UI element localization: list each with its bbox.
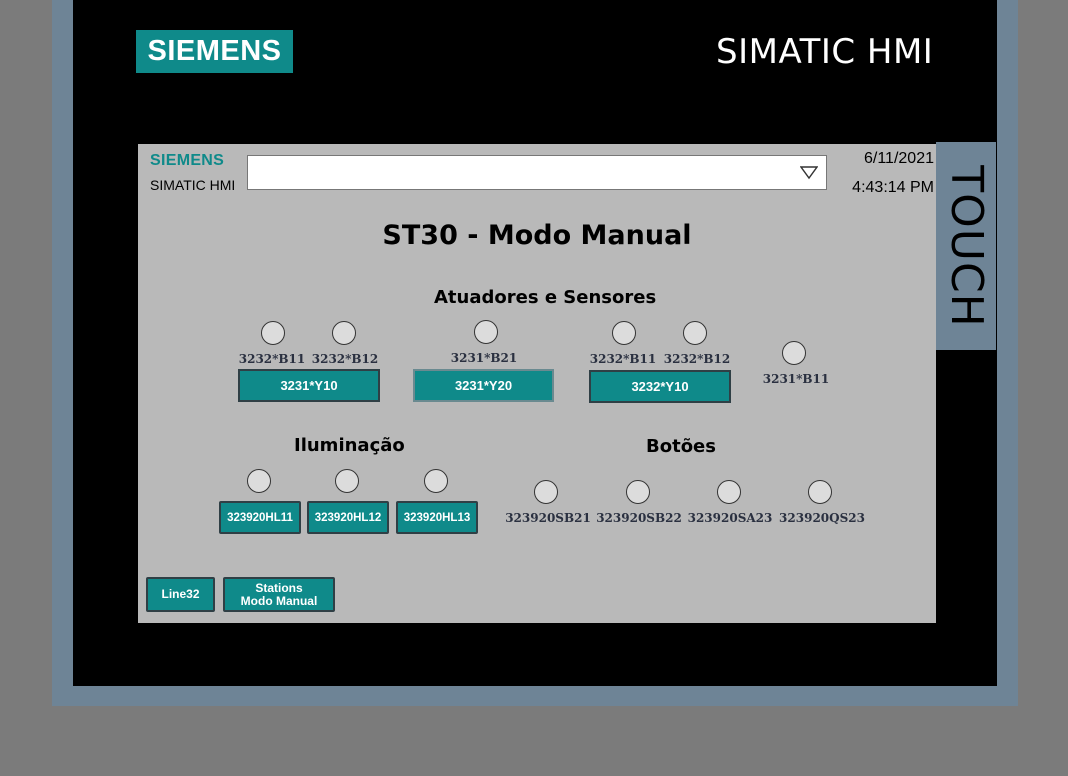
indicator-sb21 [534, 480, 558, 504]
indicator-sa23 [717, 480, 741, 504]
chevron-down-icon [800, 166, 818, 180]
actuator-button-3232-y10[interactable]: 3232*Y10 [589, 370, 731, 403]
light-button-hl11[interactable]: 323920HL11 [219, 501, 301, 534]
indicator-label: 323920SB22 [596, 511, 682, 525]
indicator-label: 3232*B12 [663, 352, 731, 366]
indicator-3232-b12 [332, 321, 356, 345]
nav-button-stations-modo-manual[interactable]: Stations Modo Manual [223, 577, 335, 612]
light-button-hl12[interactable]: 323920HL12 [307, 501, 389, 534]
hmi-screen: SIEMENS SIMATIC HMI 6/11/2021 4:43:14 PM… [138, 144, 936, 623]
indicator-qs23 [808, 480, 832, 504]
indicator-hl11 [247, 469, 271, 493]
light-button-hl13[interactable]: 323920HL13 [396, 501, 478, 534]
section-heading-botoes: Botões [646, 436, 716, 457]
indicator-3232-b12 [683, 321, 707, 345]
time-display: 4:43:14 PM [852, 179, 934, 196]
nav-button-line1: Stations [255, 580, 303, 595]
indicator-3232-b11 [261, 321, 285, 345]
indicator-3231-b21 [474, 320, 498, 344]
indicator-label: 323920SA23 [687, 511, 773, 525]
indicator-sb22 [626, 480, 650, 504]
page-title: ST30 - Modo Manual [382, 220, 692, 251]
actuator-button-3231-y20[interactable]: 3231*Y20 [413, 369, 554, 402]
indicator-hl13 [424, 469, 448, 493]
indicator-3232-b11 [612, 321, 636, 345]
indicator-3231-b11 [782, 341, 806, 365]
date-display: 6/11/2021 [864, 150, 934, 167]
screen-selector-dropdown[interactable] [247, 155, 827, 190]
screen-product-name: SIMATIC HMI [150, 177, 236, 193]
indicator-hl12 [335, 469, 359, 493]
indicator-label: 3232*B11 [589, 352, 657, 366]
bezel-product-name: SIMATIC HMI [716, 32, 934, 72]
indicator-label: 3231*B21 [450, 351, 518, 365]
indicator-label: 323920SB21 [505, 511, 591, 525]
bezel-siemens-logo: SIEMENS [136, 30, 293, 73]
section-heading-atuadores: Atuadores e Sensores [434, 287, 657, 308]
indicator-label: 3231*B11 [762, 372, 830, 386]
actuator-button-3231-y10[interactable]: 3231*Y10 [238, 369, 380, 402]
indicator-label: 3232*B11 [238, 352, 306, 366]
indicator-label: 323920QS23 [779, 511, 865, 525]
indicator-label: 3232*B12 [311, 352, 379, 366]
section-heading-iluminacao: Iluminação [294, 435, 405, 456]
nav-button-line32[interactable]: Line32 [146, 577, 215, 612]
touch-label: TOUCH [940, 164, 992, 328]
screen-siemens-logo: SIEMENS [150, 152, 225, 169]
nav-button-line2: Modo Manual [240, 593, 318, 608]
